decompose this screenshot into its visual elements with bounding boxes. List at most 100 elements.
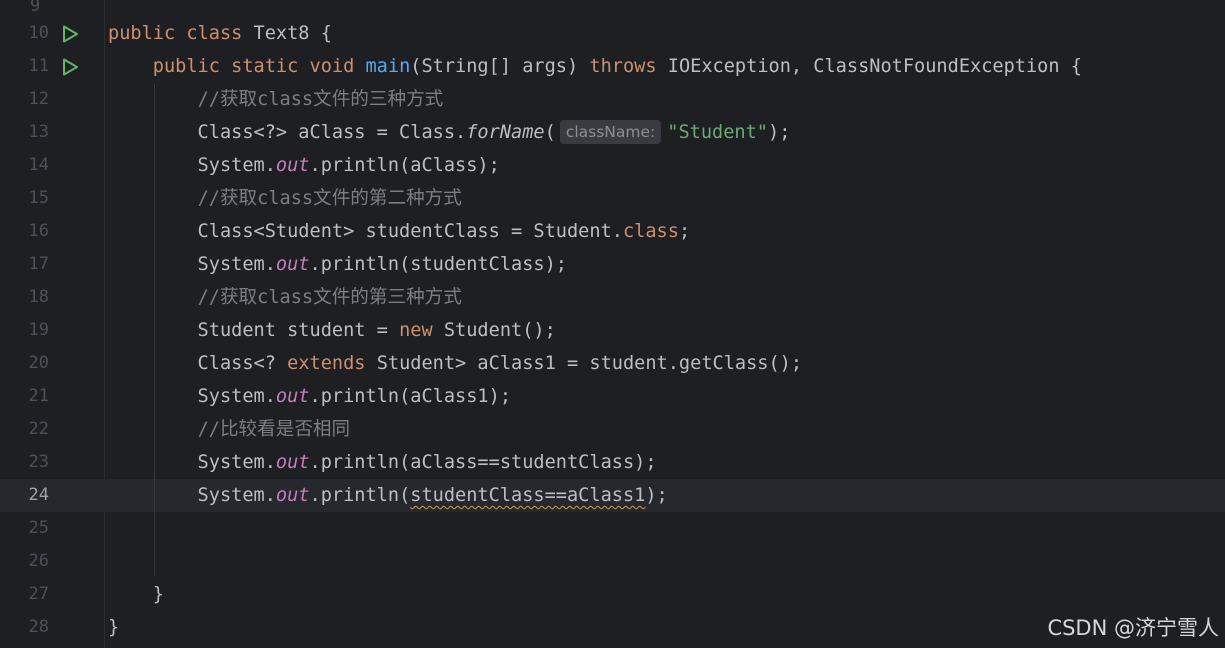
code-token: ); xyxy=(768,122,791,143)
line-number: 22 xyxy=(28,419,49,439)
code-token: .println(studentClass); xyxy=(309,254,567,275)
code-token: main xyxy=(365,56,411,77)
code-comment: //获取class文件的三种方式 xyxy=(197,89,444,110)
line-number: 24 xyxy=(28,485,49,505)
code-token: new xyxy=(399,320,444,341)
code-token: .println(aClass==studentClass); xyxy=(309,452,657,473)
code-token: out xyxy=(275,155,310,176)
code-token: Student student = xyxy=(108,320,400,341)
code-token: Class<Student> studentClass = Student. xyxy=(108,221,623,242)
code-text[interactable]: System.out.println(studentClass==aClass1… xyxy=(108,479,668,512)
code-token: class xyxy=(622,221,679,242)
code-text[interactable]: System.out.println(studentClass); xyxy=(108,248,567,281)
line-number: 23 xyxy=(28,452,49,472)
code-text[interactable]: Class<?> aClass = Class.forName(classNam… xyxy=(108,116,790,149)
code-token: throws xyxy=(589,56,668,77)
line-number: 27 xyxy=(28,584,49,604)
code-text[interactable]: //获取class文件的三种方式 xyxy=(108,83,444,116)
line-number: 19 xyxy=(28,320,49,340)
code-token: System. xyxy=(108,386,276,407)
code-token: ( xyxy=(544,122,556,143)
code-text[interactable]: } xyxy=(108,578,164,611)
code-token: (String[] args) xyxy=(410,56,590,77)
code-line[interactable]: 14 System.out.println(aClass); xyxy=(0,149,1225,182)
code-line[interactable]: 16 Class<Student> studentClass = Student… xyxy=(0,215,1225,248)
code-token: System. xyxy=(108,254,276,275)
line-number: 25 xyxy=(28,518,49,538)
code-text[interactable]: System.out.println(aClass1); xyxy=(108,380,511,413)
code-comment: //获取class文件的第三种方式 xyxy=(197,287,462,308)
code-token: Student> aClass1 = student.getClass(); xyxy=(376,353,803,374)
warning-highlight: studentClass==aClass1 xyxy=(410,485,646,506)
code-text[interactable]: System.out.println(aClass==studentClass)… xyxy=(108,446,657,479)
run-triangle-icon[interactable] xyxy=(60,24,80,44)
code-token: IOException, ClassNotFoundException { xyxy=(667,56,1082,77)
code-text[interactable]: } xyxy=(108,611,119,644)
code-editor[interactable]: 9 10 public class Text8 {11 public static… xyxy=(0,0,1225,648)
code-token: Class<?> aClass = Class. xyxy=(108,122,467,143)
code-text[interactable]: Class<Student> studentClass = Student.cl… xyxy=(108,215,691,248)
watermark: CSDN @济宁雪人 xyxy=(1047,616,1219,640)
code-token: ; xyxy=(678,221,691,242)
code-text[interactable]: System.out.println(aClass); xyxy=(108,149,500,182)
line-number: 28 xyxy=(28,617,49,637)
line-number: 11 xyxy=(28,56,49,76)
code-line[interactable]: 21 System.out.println(aClass1); xyxy=(0,380,1225,413)
code-text[interactable]: //比较看是否相同 xyxy=(108,413,351,446)
code-line[interactable]: 15 //获取class文件的第二种方式 xyxy=(0,182,1225,215)
code-comment: //获取class文件的第二种方式 xyxy=(197,188,462,209)
code-token: System. xyxy=(108,485,276,506)
code-line-current[interactable]: 24 System.out.println(studentClass==aCla… xyxy=(0,479,1225,512)
code-token: } xyxy=(108,584,164,605)
code-token: .println(aClass); xyxy=(309,155,500,176)
code-line[interactable]: 26 xyxy=(0,545,1225,578)
code-token: Class<? xyxy=(108,353,288,374)
run-triangle-icon[interactable] xyxy=(60,57,80,77)
code-line[interactable]: 10 public class Text8 { xyxy=(0,17,1225,50)
line-number: 12 xyxy=(28,89,49,109)
code-line[interactable]: 25 xyxy=(0,512,1225,545)
code-line[interactable]: 23 System.out.println(aClass==studentCla… xyxy=(0,446,1225,479)
code-line[interactable]: 19 Student student = new Student(); xyxy=(0,314,1225,347)
code-text[interactable]: Class<? extends Student> aClass1 = stude… xyxy=(108,347,803,380)
code-text[interactable]: public static void main(String[] args) t… xyxy=(108,50,1082,83)
string-literal: "Student" xyxy=(667,122,768,143)
line-number: 20 xyxy=(28,353,49,373)
code-token: forName xyxy=(466,122,545,143)
line-number: 16 xyxy=(28,221,49,241)
code-token: System. xyxy=(108,452,276,473)
code-line[interactable]: 28} xyxy=(0,611,1225,644)
line-number: 10 xyxy=(28,23,49,43)
line-number: 18 xyxy=(28,287,49,307)
code-line[interactable]: 13 Class<?> aClass = Class.forName(class… xyxy=(0,116,1225,149)
code-token: out xyxy=(275,485,310,506)
code-text[interactable]: //获取class文件的第三种方式 xyxy=(108,281,462,314)
code-text[interactable]: public class Text8 { xyxy=(108,17,332,50)
code-token: out xyxy=(275,254,310,275)
code-text[interactable]: //获取class文件的第二种方式 xyxy=(108,182,462,215)
code-line[interactable]: 11 public static void main(String[] args… xyxy=(0,50,1225,83)
indent-guide xyxy=(154,84,155,576)
code-token: Text8 { xyxy=(253,23,332,44)
code-token: public static void xyxy=(152,56,366,77)
code-line[interactable]: 12 //获取class文件的三种方式 xyxy=(0,83,1225,116)
code-token: out xyxy=(275,386,310,407)
code-line[interactable]: 22 //比较看是否相同 xyxy=(0,413,1225,446)
code-token: public class xyxy=(108,23,254,44)
code-token: } xyxy=(108,617,120,638)
partial-line-number: 9 xyxy=(30,0,41,16)
line-number: 13 xyxy=(28,122,49,142)
code-token: .println(aClass1); xyxy=(309,386,512,407)
parameter-hint: className: xyxy=(559,120,662,144)
code-line[interactable]: 17 System.out.println(studentClass); xyxy=(0,248,1225,281)
code-line[interactable]: 20 Class<? extends Student> aClass1 = st… xyxy=(0,347,1225,380)
code-line[interactable]: 27 } xyxy=(0,578,1225,611)
code-text[interactable]: Student student = new Student(); xyxy=(108,314,556,347)
code-line[interactable]: 18 //获取class文件的第三种方式 xyxy=(0,281,1225,314)
line-number: 15 xyxy=(28,188,49,208)
